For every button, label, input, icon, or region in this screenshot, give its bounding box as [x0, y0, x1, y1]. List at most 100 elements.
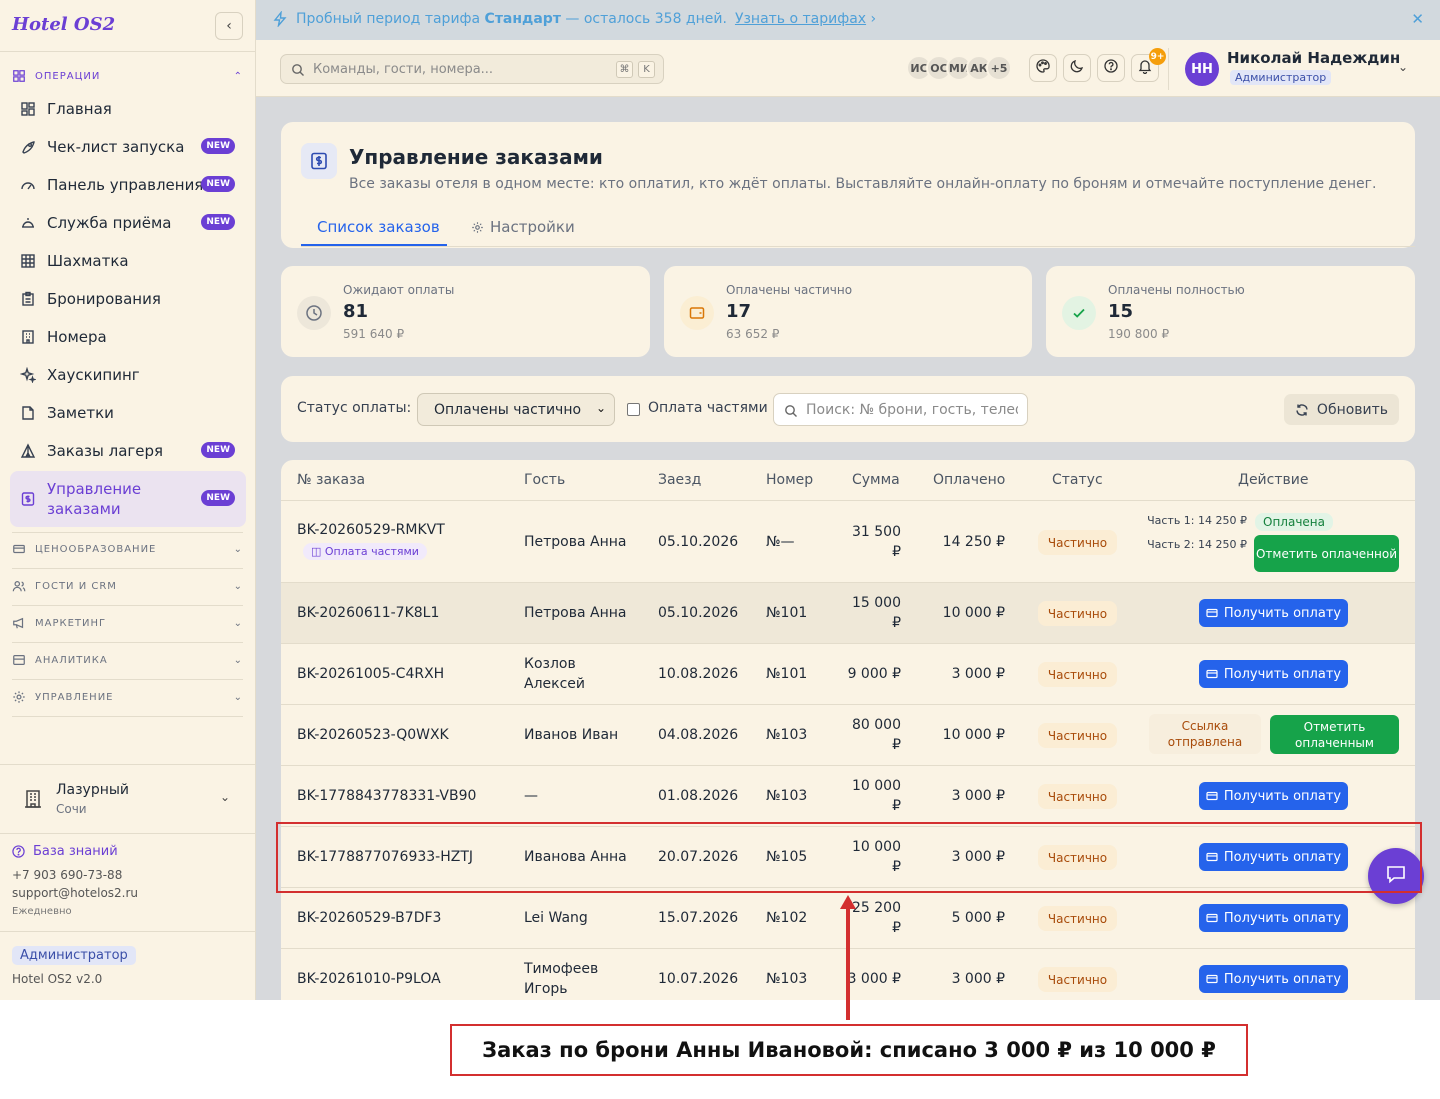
- column-header-sum[interactable]: Сумма: [852, 472, 900, 488]
- guest-name: Петрова Анна: [524, 534, 627, 550]
- section-marketing[interactable]: МАРКЕТИНГ ⌄: [12, 613, 243, 633]
- help-button[interactable]: [1097, 54, 1125, 82]
- section-operations[interactable]: ОПЕРАЦИИ ⌃: [12, 66, 243, 86]
- section-management[interactable]: УПРАВЛЕНИЕ ⌄: [12, 687, 243, 707]
- stat-card-partial[interactable]: Оплачены частично 17 63 652 ₽: [664, 266, 1032, 357]
- order-search-input[interactable]: Поиск: № брони, гость, телефон: [773, 393, 1028, 426]
- installments-label[interactable]: Оплата частями: [648, 400, 768, 416]
- note-icon: [20, 405, 37, 422]
- column-header-room[interactable]: Номер: [766, 472, 813, 488]
- divider: [12, 568, 243, 569]
- hotel-selector[interactable]: Лазурный Сочи ⌄: [12, 776, 244, 822]
- table-row[interactable]: BK-20261005-C4RXH Козлов Алексей 10.08.2…: [281, 644, 1415, 705]
- chevron-down-icon[interactable]: ⌄: [1398, 60, 1408, 74]
- column-header-checkin[interactable]: Заезд: [658, 472, 701, 488]
- order-number[interactable]: BK-20261005-C4RXH: [297, 664, 444, 684]
- theme-palette-button[interactable]: [1029, 54, 1057, 82]
- divider: [12, 679, 243, 680]
- sidebar-item-camp-orders[interactable]: Заказы лагеря NEW: [10, 433, 246, 469]
- mark-paid-button[interactable]: Отметить оплаченным: [1270, 715, 1399, 754]
- guest-name: Козлов Алексей: [524, 656, 586, 692]
- paid-amount: 3 000 ₽: [951, 788, 1005, 804]
- installments-icon: ◫: [311, 545, 325, 558]
- sidebar-item-front-desk[interactable]: Служба приёма NEW: [10, 205, 246, 241]
- sidebar-item-bookings[interactable]: Бронирования: [10, 281, 246, 317]
- order-number[interactable]: BK-20260611-7K8L1: [297, 603, 439, 623]
- sidebar-item-chessboard[interactable]: Шахматка: [10, 243, 246, 279]
- avatar-more[interactable]: +5: [986, 55, 1012, 81]
- room-number: №103: [766, 788, 808, 804]
- order-number[interactable]: BK-20260529-RMKVT: [297, 520, 445, 540]
- get-payment-button[interactable]: Получить оплату: [1199, 965, 1348, 993]
- order-number[interactable]: BK-20261010-P9LOA: [297, 969, 441, 989]
- stat-card-paid[interactable]: Оплачены полностью 15 190 800 ₽: [1046, 266, 1415, 357]
- status-badge: Частично: [1038, 906, 1117, 931]
- checkin-date: 05.10.2026: [658, 534, 739, 550]
- order-number[interactable]: BK-20260523-Q0WXK: [297, 725, 449, 745]
- search-icon: [784, 403, 798, 417]
- dark-mode-button[interactable]: [1063, 54, 1091, 82]
- sidebar-item-order-management[interactable]: Управление заказами NEW: [10, 471, 246, 527]
- stat-card-awaiting[interactable]: Ожидают оплаты 81 591 640 ₽: [281, 266, 650, 357]
- guest-name: —: [524, 788, 538, 804]
- sidebar-item-home[interactable]: Главная: [10, 91, 246, 127]
- palette-icon: [1035, 58, 1051, 78]
- chevron-down-icon: ⌄: [233, 654, 243, 666]
- support-email[interactable]: support@hotelos2.ru: [12, 886, 138, 900]
- column-header-guest[interactable]: Гость: [524, 472, 565, 488]
- status-filter-label: Статус оплаты:: [297, 400, 412, 416]
- sidebar-item-notes[interactable]: Заметки: [10, 395, 246, 431]
- command-search[interactable]: Команды, гости, номера... ⌘ K: [280, 54, 664, 84]
- column-header-order[interactable]: № заказа: [297, 472, 365, 488]
- online-users[interactable]: ИС ОС МИ АК +5: [906, 55, 1012, 81]
- get-payment-button[interactable]: Получить оплату: [1199, 660, 1348, 688]
- divider: [0, 51, 255, 52]
- sidebar-item-control-panel[interactable]: Панель управления NEW: [10, 167, 246, 203]
- section-label: МАРКЕТИНГ: [35, 617, 107, 629]
- brand-logo[interactable]: Hotel OS2: [12, 14, 115, 35]
- status-filter-select[interactable]: Оплачены частично ⌄: [417, 393, 615, 426]
- clipboard-icon: [20, 291, 37, 308]
- sidebar-item-launch-checklist[interactable]: Чек-лист запуска NEW: [10, 129, 246, 165]
- pricing-link[interactable]: Узнать о тарифах: [735, 11, 866, 27]
- stat-label: Ожидают оплаты: [343, 283, 455, 297]
- sidebar-item-housekeeping[interactable]: Хаускипинг: [10, 357, 246, 393]
- order-number[interactable]: BK-20260529-B7DF3: [297, 908, 441, 928]
- table-row[interactable]: BK-20260611-7K8L1 Петрова Анна 05.10.202…: [281, 583, 1415, 644]
- user-avatar[interactable]: НН: [1185, 52, 1219, 86]
- mark-paid-button[interactable]: Отметить оплаченной: [1254, 535, 1399, 572]
- table-row[interactable]: BK-20260529-RMKVT ◫ Оплата частями Петро…: [281, 501, 1415, 583]
- section-guests-crm[interactable]: ГОСТИ И CRM ⌄: [12, 576, 243, 596]
- notifications-button[interactable]: 9+: [1131, 48, 1166, 82]
- support-phone[interactable]: +7 903 690-73-88: [12, 868, 122, 882]
- order-number[interactable]: BK-1778843778331-VB90: [297, 786, 476, 806]
- column-header-paid[interactable]: Оплачено: [933, 472, 1005, 488]
- table-row[interactable]: BK-20260523-Q0WXK Иванов Иван 04.08.2026…: [281, 705, 1415, 766]
- user-name[interactable]: Николай Надеждин: [1227, 49, 1400, 67]
- page-title: Управление заказами: [349, 145, 603, 169]
- search-icon: [291, 62, 305, 76]
- tab-settings[interactable]: Настройки: [471, 218, 575, 248]
- checkin-date: 15.07.2026: [658, 910, 739, 926]
- knowledge-base-link[interactable]: База знаний: [12, 844, 118, 859]
- close-icon[interactable]: ✕: [1411, 10, 1424, 28]
- sidebar-item-rooms[interactable]: Номера: [10, 319, 246, 355]
- section-label: АНАЛИТИКА: [35, 654, 108, 666]
- section-label: УПРАВЛЕНИЕ: [35, 691, 114, 703]
- stat-sum: 591 640 ₽: [343, 327, 405, 341]
- megaphone-icon: [12, 616, 26, 630]
- get-payment-button[interactable]: Получить оплату: [1199, 599, 1348, 627]
- collapse-sidebar-button[interactable]: ‹: [215, 12, 243, 40]
- refresh-button[interactable]: Обновить: [1284, 394, 1399, 425]
- table-row[interactable]: BK-1778843778331-VB90 — 01.08.2026 №103 …: [281, 766, 1415, 827]
- section-analytics[interactable]: АНАЛИТИКА ⌄: [12, 650, 243, 670]
- divider: [0, 931, 255, 932]
- get-payment-button[interactable]: Получить оплату: [1199, 904, 1348, 932]
- installments-checkbox[interactable]: [627, 403, 640, 416]
- chevron-right-icon: ›: [870, 11, 877, 27]
- section-label: ГОСТИ И CRM: [35, 580, 117, 592]
- get-payment-button[interactable]: Получить оплату: [1199, 782, 1348, 810]
- stat-sum: 190 800 ₽: [1108, 327, 1170, 341]
- section-pricing[interactable]: ЦЕНООБРАЗОВАНИЕ ⌄: [12, 539, 243, 559]
- role-badge: Администратор: [12, 946, 136, 965]
